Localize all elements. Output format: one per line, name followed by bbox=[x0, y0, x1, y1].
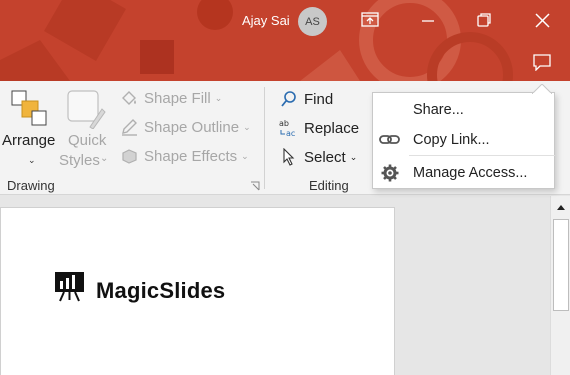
shape-effects-chevron-down-icon: ⌄ bbox=[241, 150, 249, 161]
select-button[interactable]: Select ⌄ bbox=[279, 147, 357, 167]
manage-access-menu-item[interactable]: Manage Access... bbox=[373, 159, 556, 187]
replace-icon: ab ac bbox=[279, 118, 299, 138]
replace-button[interactable]: ab ac Replace bbox=[279, 118, 359, 138]
shape-effects-button[interactable]: Shape Effects ⌄ bbox=[119, 146, 249, 166]
comments-button[interactable] bbox=[525, 46, 559, 78]
slide-canvas[interactable]: MagicSlides bbox=[0, 207, 395, 375]
vertical-scrollbar[interactable] bbox=[550, 196, 570, 375]
arrange-button[interactable]: Arrange ⌄ bbox=[2, 87, 58, 173]
magicslides-logo-text: MagicSlides bbox=[96, 278, 226, 303]
link-icon bbox=[379, 129, 401, 151]
search-icon bbox=[279, 89, 299, 109]
copy-link-menu-item[interactable]: Copy Link... bbox=[373, 126, 556, 154]
shape-effects-icon bbox=[119, 146, 139, 166]
select-label: Select bbox=[304, 148, 346, 166]
arrange-label: Arrange bbox=[2, 132, 56, 149]
manage-access-menu-label: Manage Access... bbox=[413, 165, 528, 181]
find-label: Find bbox=[304, 90, 334, 108]
gear-icon bbox=[379, 162, 401, 184]
shape-effects-label: Shape Effects bbox=[144, 147, 238, 165]
quick-styles-label-2: Styles bbox=[59, 152, 100, 169]
title-bar: Ajay Sai AS bbox=[0, 0, 570, 81]
drawing-group-label: Drawing bbox=[7, 178, 55, 193]
quick-styles-icon bbox=[67, 90, 106, 129]
restore-icon bbox=[477, 13, 491, 27]
ribbon-display-options-button[interactable] bbox=[353, 4, 387, 36]
minimize-icon bbox=[422, 20, 434, 22]
replace-label: Replace bbox=[304, 119, 360, 137]
shape-outline-button[interactable]: Shape Outline ⌄ bbox=[119, 117, 251, 137]
magicslides-logo-icon bbox=[55, 272, 84, 302]
close-icon bbox=[534, 12, 550, 28]
shape-outline-chevron-down-icon: ⌄ bbox=[243, 121, 251, 132]
arrange-icon bbox=[11, 90, 47, 126]
quick-styles-label-1: Quick bbox=[68, 132, 107, 149]
slide-editor-area: MagicSlides bbox=[0, 196, 570, 375]
comment-icon bbox=[533, 54, 551, 71]
svg-text:ac: ac bbox=[286, 129, 295, 138]
shape-outline-label: Shape Outline bbox=[144, 118, 240, 136]
close-button[interactable] bbox=[525, 4, 559, 36]
minimize-button[interactable] bbox=[411, 4, 445, 36]
user-name[interactable]: Ajay Sai bbox=[242, 13, 290, 28]
scroll-thumb[interactable] bbox=[553, 219, 569, 311]
menu-divider bbox=[409, 155, 555, 156]
restore-button[interactable] bbox=[467, 4, 501, 36]
menu-pointer bbox=[532, 84, 552, 94]
paint-bucket-icon bbox=[119, 88, 139, 108]
share-menu-item[interactable]: Share... bbox=[373, 96, 556, 124]
share-menu: Share... Copy Link... Manage Access... bbox=[372, 84, 556, 189]
drawing-dialog-launcher-icon[interactable] bbox=[250, 181, 260, 191]
quick-styles-chevron-down-icon: ⌄ bbox=[100, 153, 109, 164]
find-button[interactable]: Find bbox=[279, 89, 333, 109]
scroll-up-arrow-icon[interactable] bbox=[551, 200, 570, 216]
shape-fill-label: Shape Fill bbox=[144, 89, 211, 107]
copy-link-menu-label: Copy Link... bbox=[413, 132, 490, 148]
arrange-chevron-down-icon: ⌄ bbox=[28, 155, 36, 165]
quick-styles-button[interactable]: Quick Styles ⌄ bbox=[58, 87, 112, 173]
select-chevron-down-icon: ⌄ bbox=[349, 151, 358, 162]
user-avatar[interactable]: AS bbox=[298, 7, 327, 36]
shape-fill-button[interactable]: Shape Fill ⌄ bbox=[119, 88, 222, 108]
avatar-initials: AS bbox=[305, 15, 320, 28]
group-separator bbox=[264, 87, 265, 189]
cursor-arrow-icon bbox=[279, 147, 299, 167]
pencil-icon bbox=[119, 117, 139, 137]
shape-fill-chevron-down-icon: ⌄ bbox=[214, 92, 223, 103]
svg-text:ab: ab bbox=[279, 119, 289, 128]
editing-group-label: Editing bbox=[309, 178, 349, 193]
share-menu-label: Share... bbox=[413, 102, 464, 118]
ribbon-display-icon bbox=[361, 12, 379, 27]
